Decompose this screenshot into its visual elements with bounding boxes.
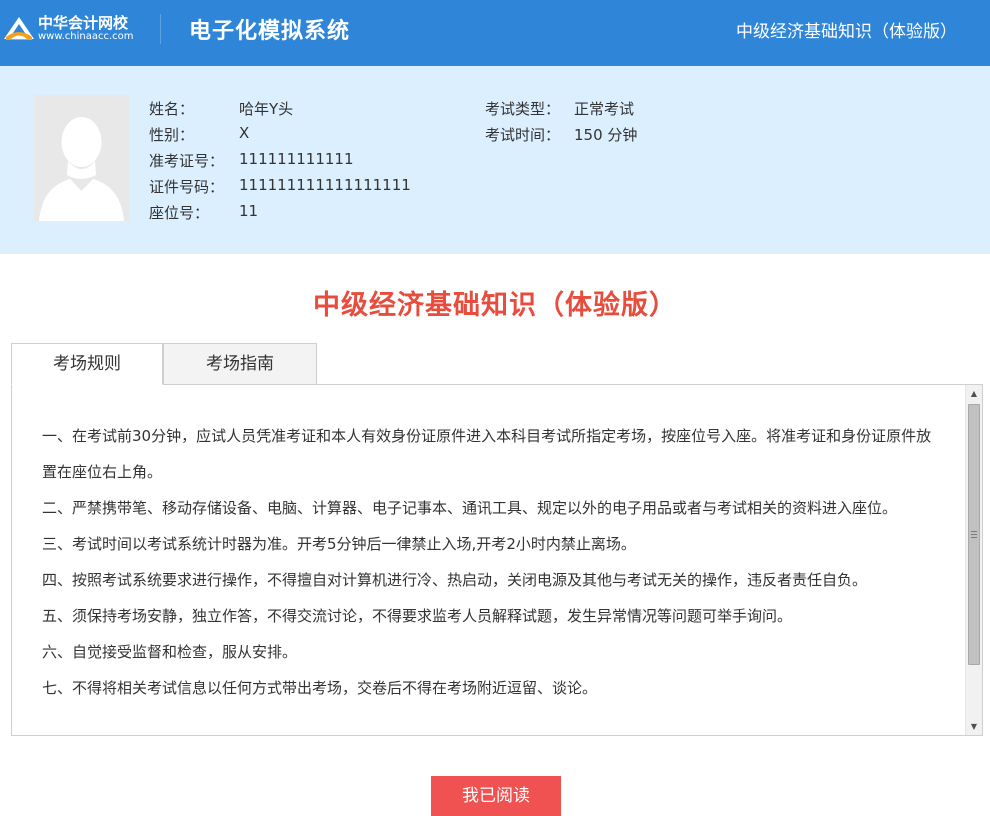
- site-logo: 中华会计网校 www.chinaacc.com: [2, 9, 152, 49]
- name-value: 哈年Y头: [239, 100, 294, 118]
- confirm-read-button[interactable]: 我已阅读: [431, 776, 561, 816]
- exam-title: 中级经济基础知识（体验版）: [313, 290, 677, 321]
- rule-item: 七、不得将相关考试信息以任何方式带出考场，交卷后不得在考场附近逗留、谈论。: [42, 679, 598, 697]
- system-title: 电子化模拟系统: [189, 19, 351, 44]
- header-divider: [160, 14, 161, 44]
- scroll-up-arrow-icon[interactable]: ▲: [966, 385, 982, 402]
- header-exam-name: 中级经济基础知识（体验版）: [736, 22, 957, 42]
- candidate-info-panel: 姓名： 哈年Y头 性别： X 准考证号： 111111111111 证件号码： …: [0, 66, 990, 254]
- rule-item: 一、在考试前30分钟，应试人员凭准考证和本人有效身份证原件进入本科目考试所指定考…: [42, 427, 932, 481]
- candidate-photo: [34, 95, 129, 221]
- id-number-value: 111111111111111111: [239, 176, 411, 194]
- scroll-thumb[interactable]: [968, 404, 980, 665]
- id-number-label: 证件号码：: [149, 178, 225, 196]
- rule-item: 四、按照考试系统要求进行操作，不得擅自对计算机进行冷、热启动，关闭电源及其他与考…: [42, 571, 868, 589]
- top-header-bar: 中华会计网校 www.chinaacc.com 电子化模拟系统 中级经济基础知识…: [0, 0, 990, 66]
- exam-type-label: 考试类型：: [485, 100, 561, 118]
- rule-item: 二、严禁携带笔、移动存储设备、电脑、计算器、电子记事本、通讯工具、规定以外的电子…: [42, 499, 898, 517]
- gender-value: X: [239, 124, 250, 142]
- rule-item: 五、须保持考场安静，独立作答，不得交流讨论，不得要求监考人员解释试题，发生异常情…: [42, 607, 793, 625]
- rules-panel: 一、在考试前30分钟，应试人员凭准考证和本人有效身份证原件进入本科目考试所指定考…: [11, 384, 983, 736]
- tab-exam-guide[interactable]: 考场指南: [163, 343, 317, 385]
- ticket-label: 准考证号：: [149, 152, 225, 170]
- exam-time-label: 考试时间：: [485, 126, 561, 144]
- default-person-silhouette-icon: [34, 95, 129, 221]
- name-label: 姓名：: [149, 100, 195, 118]
- tab-exam-rules[interactable]: 考场规则: [11, 343, 163, 385]
- scroll-grip-icon: [971, 531, 977, 538]
- rules-scrollbar[interactable]: ▲ ▼: [965, 385, 982, 735]
- chinaacc-logo-icon: [4, 17, 34, 40]
- rules-text: 一、在考试前30分钟，应试人员凭准考证和本人有效身份证原件进入本科目考试所指定考…: [42, 418, 942, 706]
- logo-url: www.chinaacc.com: [38, 31, 134, 42]
- rule-item: 六、自觉接受监督和检查，服从安排。: [42, 643, 298, 661]
- rule-item: 三、考试时间以考试系统计时器为准。开考5分钟后一律禁止入场,开考2小时内禁止离场…: [42, 535, 636, 553]
- ticket-value: 111111111111: [239, 150, 354, 168]
- logo-name: 中华会计网校: [38, 14, 129, 32]
- seat-label: 座位号：: [149, 204, 210, 222]
- exam-time-value: 150 分钟: [574, 126, 638, 144]
- seat-value: 11: [239, 202, 259, 220]
- scroll-down-arrow-icon[interactable]: ▼: [966, 718, 982, 735]
- exam-type-value: 正常考试: [574, 100, 635, 118]
- gender-label: 性别：: [149, 126, 195, 144]
